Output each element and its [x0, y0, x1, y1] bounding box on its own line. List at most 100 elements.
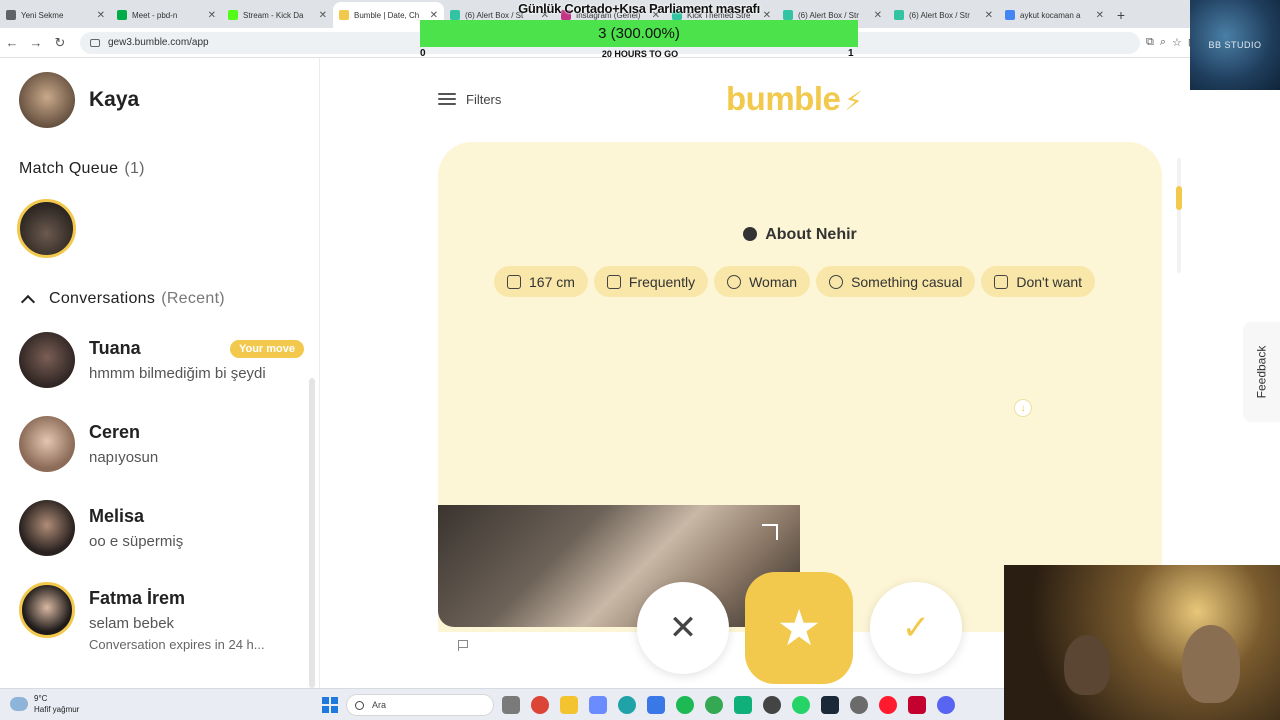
- conversation-item[interactable]: Fatma İrem selam bebek Conversation expi…: [19, 580, 304, 652]
- browser-tab[interactable]: (6) Alert Box / Str ✕: [888, 2, 999, 28]
- chrome-icon[interactable]: [531, 696, 549, 714]
- match-queue-count: (1): [124, 160, 145, 177]
- sliders-icon: [438, 91, 456, 107]
- weather-text: 9°C Hafif yağmur: [34, 693, 79, 715]
- sidebar: Kaya Match Queue (1) Conversations (Recent…: [0, 58, 320, 688]
- close-icon[interactable]: ✕: [97, 10, 105, 21]
- conversation-message: hmmm bilmediğim bi şeydi: [89, 365, 266, 382]
- profile-chips: 167 cm Frequently Woman Something casual…: [494, 266, 1096, 297]
- bookmark-star-icon[interactable]: ☆: [1172, 36, 1182, 49]
- feedback-label: Feedback: [1254, 345, 1269, 399]
- search-icon: [355, 700, 364, 710]
- discord-icon[interactable]: [937, 696, 955, 714]
- goal-progress-bar: 3 (300.00%): [420, 20, 858, 47]
- conversation-message: napıyosun: [89, 449, 159, 466]
- sidebar-scrollbar[interactable]: [309, 378, 315, 688]
- filters-button[interactable]: Filters: [438, 91, 501, 107]
- back-arrow-icon[interactable]: ←: [0, 31, 24, 55]
- close-icon[interactable]: ✕: [985, 10, 993, 21]
- avatar: [19, 416, 75, 472]
- feedback-tab[interactable]: Feedback: [1243, 322, 1280, 422]
- magnifier-icon: [829, 274, 844, 289]
- conversation-item[interactable]: Melisa oo e süpermiş: [19, 498, 304, 558]
- store-icon[interactable]: [647, 696, 665, 714]
- conversation-meta: Ceren napıyosun: [89, 416, 304, 472]
- forward-arrow-icon[interactable]: →: [24, 31, 48, 55]
- about-title: About Nehir: [765, 226, 857, 243]
- opera-gx-icon[interactable]: [908, 696, 926, 714]
- avatar[interactable]: [19, 72, 75, 128]
- browser-tab[interactable]: Meet - pbd-n ✕: [111, 2, 222, 28]
- spotify-icon[interactable]: [676, 696, 694, 714]
- tab-label: aykut kocaman a: [1020, 10, 1081, 20]
- tab-label: Stream - Kick Da: [243, 10, 304, 20]
- new-tab-button[interactable]: +: [1110, 2, 1132, 28]
- conversation-message: oo e süpermiş: [89, 533, 184, 550]
- windows-start-icon[interactable]: [322, 697, 338, 713]
- superswipe-button[interactable]: ★: [745, 572, 853, 684]
- file-explorer-icon[interactable]: [560, 696, 578, 714]
- scroll-down-icon[interactable]: ↓: [1014, 399, 1032, 417]
- expand-icon[interactable]: [762, 524, 778, 540]
- chip-drinking: Frequently: [593, 266, 709, 297]
- card-scroll-thumb[interactable]: [1176, 186, 1182, 210]
- close-icon[interactable]: ✕: [319, 10, 327, 21]
- translate-icon[interactable]: ⧉: [1146, 36, 1154, 49]
- edge-icon[interactable]: [618, 696, 636, 714]
- close-icon[interactable]: ✕: [208, 10, 216, 21]
- goal-time-left: 20 HOURS TO GO: [601, 49, 679, 59]
- chrome-alt-icon[interactable]: [705, 696, 723, 714]
- taskbar-search[interactable]: Ara: [346, 694, 494, 716]
- browser-tab[interactable]: Stream - Kick Da ✕: [222, 2, 333, 28]
- chevron-up-icon: [20, 294, 36, 309]
- bumble-logo-text: bumble: [726, 80, 841, 117]
- url-text: gew3.bumble.com/app: [108, 37, 209, 48]
- chip-label: Woman: [749, 273, 798, 290]
- chip-height: 167 cm: [494, 266, 588, 297]
- app-icon[interactable]: [734, 696, 752, 714]
- conversation-name: Melisa: [89, 506, 145, 526]
- like-button[interactable]: ✓: [870, 582, 962, 674]
- copilot-icon[interactable]: [589, 696, 607, 714]
- settings-gear-icon[interactable]: [850, 696, 868, 714]
- weather-desc: Hafif yağmur: [34, 705, 80, 714]
- conversation-item[interactable]: Ceren napıyosun: [19, 414, 304, 474]
- conversation-name: Fatma İrem: [89, 588, 186, 608]
- avatar: [19, 582, 75, 638]
- browser-tab[interactable]: aykut kocaman a ✕: [999, 2, 1110, 28]
- tab-favicon-icon: [117, 10, 127, 20]
- opera-icon[interactable]: [879, 696, 897, 714]
- whatsapp-icon[interactable]: [792, 696, 810, 714]
- webcam-person: [1064, 635, 1110, 695]
- browser-tab[interactable]: Yeni Sekme ✕: [0, 2, 111, 28]
- conversations-toggle[interactable]: Conversations (Recent): [19, 290, 225, 309]
- task-view-icon[interactable]: [502, 696, 520, 714]
- report-flag-icon[interactable]: [458, 640, 468, 651]
- chip-looking-for: Something casual: [816, 266, 976, 297]
- zoom-icon[interactable]: ⌕: [1160, 36, 1166, 49]
- pass-button[interactable]: ✕: [637, 582, 729, 674]
- site-info-icon[interactable]: [90, 38, 100, 47]
- tab-favicon-icon: [894, 10, 904, 20]
- my-profile[interactable]: Kaya: [19, 72, 139, 128]
- conversations-sub: (Recent): [161, 290, 225, 307]
- studio-label: BB STUDIO: [1208, 40, 1262, 50]
- close-icon[interactable]: ✕: [874, 10, 882, 21]
- obs-icon[interactable]: [763, 696, 781, 714]
- match-queue-avatar[interactable]: [17, 199, 76, 258]
- card-scroll-track: [1177, 158, 1181, 273]
- steam-icon[interactable]: [821, 696, 839, 714]
- taskbar-apps: [502, 696, 955, 714]
- match-queue-label: Match Queue: [19, 160, 119, 177]
- profile-card: About Nehir 167 cm Frequently Woman Some…: [438, 142, 1162, 632]
- conversation-meta: Tuana Your move hmmm bilmediğim bi şeydi: [89, 332, 304, 388]
- goal-title: Günlük Cortado+Kısa Parliament masrafı: [518, 1, 760, 16]
- close-icon[interactable]: ✕: [1096, 10, 1104, 21]
- match-queue-heading: Match Queue (1): [19, 160, 145, 178]
- your-move-badge: Your move: [229, 340, 304, 358]
- weather-temp: 9°C: [34, 694, 48, 703]
- reload-icon[interactable]: ↻: [48, 31, 72, 55]
- conversation-item[interactable]: Tuana Your move hmmm bilmediğim bi şeydi: [19, 330, 304, 390]
- tab-label: Yeni Sekme: [21, 10, 64, 20]
- weather-widget[interactable]: 9°C Hafif yağmur: [10, 693, 79, 715]
